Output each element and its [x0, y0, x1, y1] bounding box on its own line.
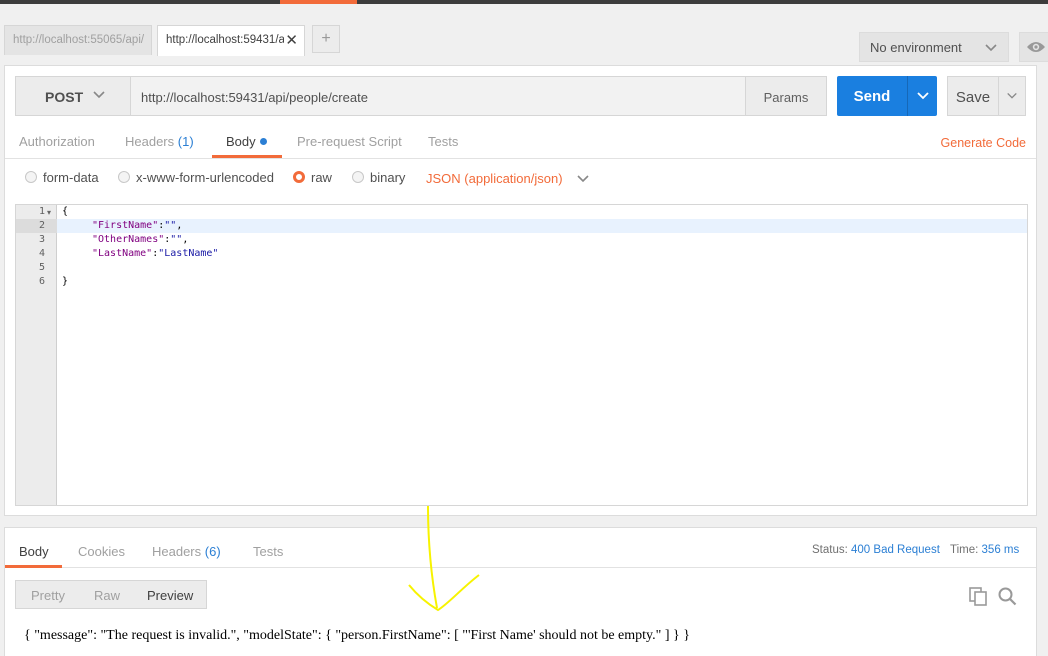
- radio-form-data[interactable]: form-data: [25, 170, 99, 185]
- code-line: "FirstName":"",: [92, 220, 183, 231]
- tab-headers[interactable]: Headers (1): [125, 134, 194, 149]
- active-line-highlight: [57, 219, 1027, 233]
- view-raw-button[interactable]: Raw: [94, 588, 120, 603]
- chevron-down-icon: [1006, 90, 1018, 105]
- content-type-select[interactable]: JSON (application/json): [426, 171, 590, 188]
- response-headers-count: (6): [204, 544, 221, 559]
- eye-icon: [1026, 40, 1046, 57]
- new-tab-button[interactable]: +: [312, 25, 340, 53]
- time-value: 356 ms: [981, 544, 1020, 556]
- content-type-label: JSON (application/json): [426, 171, 563, 186]
- code-line: {: [62, 206, 69, 217]
- line-number: 1: [38, 206, 45, 217]
- body-code-editor[interactable]: 1 ▾ 2 3 4 5 6 { "FirstName":"", "OtherNa…: [15, 204, 1028, 506]
- response-time: Time: 356 ms: [950, 544, 1019, 556]
- tab-request-55065[interactable]: http://localhost:55065/api/: [4, 25, 152, 55]
- code-line: "LastName":"LastName": [92, 248, 219, 259]
- radio-label: raw: [311, 170, 332, 185]
- time-label: Time:: [950, 544, 979, 556]
- radio-label: x-www-form-urlencoded: [136, 170, 274, 185]
- active-tab-underline: [5, 565, 62, 568]
- response-body-text: { "message": "The request is invalid.", …: [24, 628, 690, 643]
- request-section-tabs: Authorization Headers (1) Body Pre-reque…: [5, 126, 1036, 159]
- response-status: Status: 400 Bad Request: [812, 544, 940, 556]
- status-badge: 400 Bad Request: [851, 544, 940, 556]
- view-pretty-button[interactable]: Pretty: [31, 588, 65, 603]
- line-number: 3: [38, 234, 45, 245]
- environment-select[interactable]: No environment: [859, 32, 1009, 62]
- request-tab-bar: http://localhost:55065/api/ http://local…: [0, 18, 1048, 62]
- code-line: }: [62, 276, 69, 287]
- chevron-down-icon: [916, 89, 930, 106]
- save-options-button[interactable]: [998, 76, 1026, 116]
- save-button[interactable]: Save: [947, 76, 999, 116]
- active-tab-underline: [212, 155, 282, 158]
- view-preview-button[interactable]: Preview: [147, 588, 193, 603]
- line-number: 2: [38, 220, 45, 231]
- radio-circle: [118, 171, 130, 183]
- active-indicator: [280, 0, 357, 4]
- tab-label: http://localhost:55065/api/: [13, 34, 145, 46]
- search-icon[interactable]: [997, 586, 1017, 609]
- send-options-button[interactable]: [907, 76, 937, 116]
- tab-prerequest-script[interactable]: Pre-request Script: [297, 134, 402, 149]
- body-type-selector: form-data x-www-form-urlencoded raw bina…: [5, 164, 1036, 194]
- line-number: 6: [38, 276, 45, 287]
- response-tab-headers[interactable]: Headers (6): [152, 544, 221, 559]
- tab-headers-label: Headers: [125, 134, 175, 149]
- response-tab-cookies[interactable]: Cookies: [78, 544, 125, 559]
- tab-authorization[interactable]: Authorization: [19, 134, 95, 149]
- fold-arrow-icon[interactable]: ▾: [47, 208, 51, 217]
- tab-body[interactable]: Body: [226, 134, 267, 149]
- params-button[interactable]: Params: [745, 76, 827, 116]
- radio-raw[interactable]: raw: [293, 170, 332, 185]
- chevron-down-icon: [576, 173, 590, 188]
- radio-label: binary: [370, 170, 406, 185]
- request-builder: POST http://localhost:59431/api/people/c…: [4, 65, 1037, 516]
- response-tab-tests[interactable]: Tests: [253, 544, 283, 559]
- tab-body-label: Body: [226, 134, 256, 149]
- radio-circle-selected: [293, 171, 305, 183]
- send-button[interactable]: Send: [837, 76, 907, 116]
- chevron-down-icon: [984, 40, 998, 57]
- response-headers-label: Headers: [152, 544, 202, 559]
- radio-circle: [352, 171, 364, 183]
- window-top-bar: [0, 0, 1048, 4]
- radio-binary[interactable]: binary: [352, 170, 405, 185]
- radio-circle: [25, 171, 37, 183]
- chevron-down-icon: [92, 87, 106, 104]
- response-panel: Body Cookies Headers (6) Tests Status: 4…: [4, 527, 1037, 656]
- tab-label: http://localhost:59431/api/: [166, 34, 284, 46]
- response-view-mode: Pretty Raw Preview: [15, 580, 207, 609]
- line-number: 4: [38, 248, 45, 259]
- line-number: 5: [38, 262, 45, 273]
- environment-quick-look-button[interactable]: [1019, 32, 1048, 62]
- tab-request-59431[interactable]: http://localhost:59431/api/ ✕: [157, 25, 305, 56]
- close-icon[interactable]: ✕: [285, 31, 298, 49]
- response-tab-body[interactable]: Body: [19, 544, 49, 559]
- radio-urlencoded[interactable]: x-www-form-urlencoded: [118, 170, 274, 185]
- copy-icon[interactable]: [968, 586, 988, 609]
- tab-tests[interactable]: Tests: [428, 134, 458, 149]
- code-line: "OtherNames":"",: [92, 234, 189, 245]
- environment-label: No environment: [870, 40, 962, 55]
- radio-label: form-data: [43, 170, 99, 185]
- generate-code-link[interactable]: Generate Code: [941, 136, 1026, 150]
- response-section-tabs: Body Cookies Headers (6) Tests Status: 4…: [5, 528, 1036, 568]
- line-gutter: 1 ▾ 2 3 4 5 6: [16, 205, 57, 505]
- status-label: Status:: [812, 544, 848, 556]
- url-input[interactable]: http://localhost:59431/api/people/create: [130, 76, 746, 116]
- method-label: POST: [45, 89, 84, 105]
- headers-count: (1): [177, 134, 194, 149]
- modified-dot-icon: [259, 138, 267, 145]
- method-select[interactable]: POST: [15, 76, 131, 116]
